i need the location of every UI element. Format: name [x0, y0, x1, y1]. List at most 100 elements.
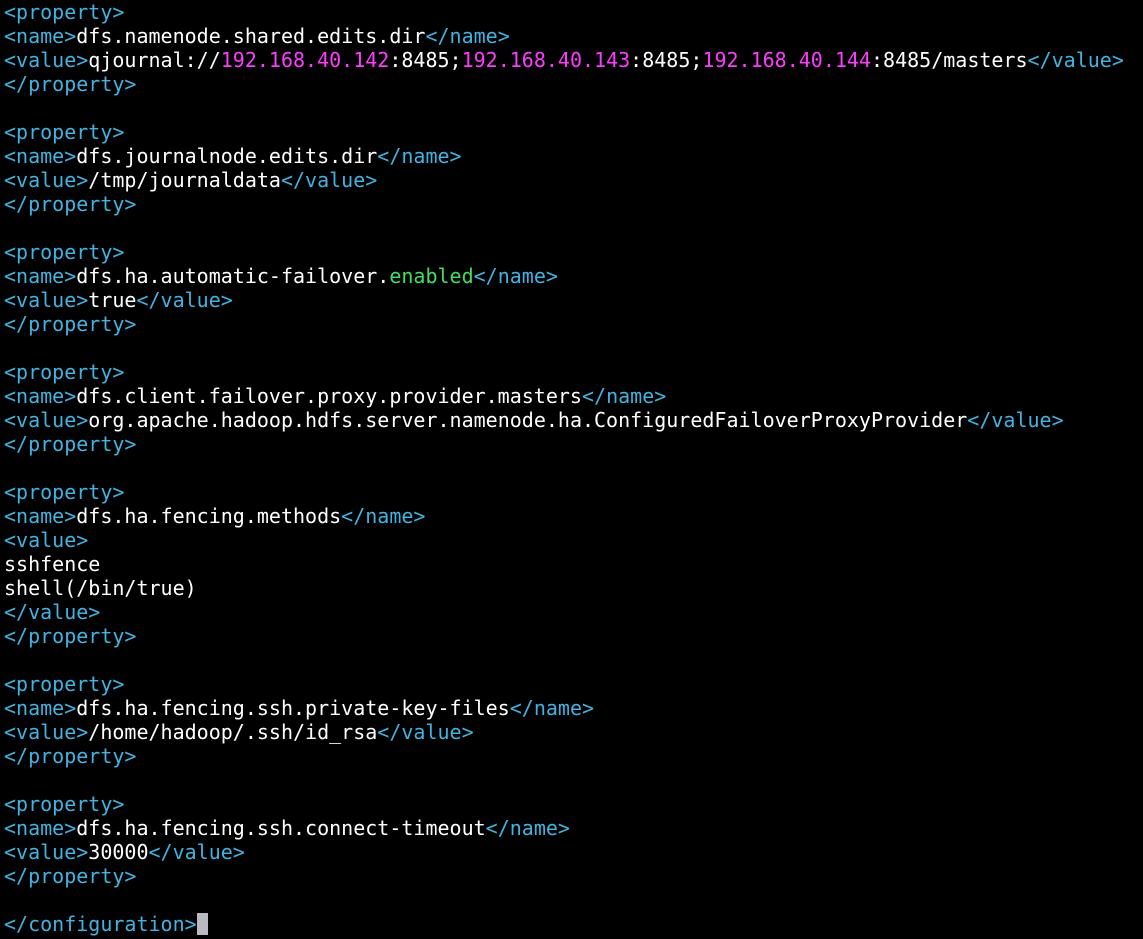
editor-line: <name>dfs.ha.fencing.ssh.connect-timeout… — [4, 816, 1143, 840]
xml-tag: <value> — [4, 168, 89, 192]
xml-tag: <property> — [4, 0, 125, 24]
text-segment: dfs.client.failover.proxy.provider.maste… — [76, 384, 582, 408]
xml-tag: <value> — [4, 48, 89, 72]
text-segment: org.apache.hadoop.hdfs.server.namenode.h… — [88, 408, 968, 432]
editor-line: <property> — [4, 480, 1143, 504]
ip-address: 192.168.40.144 — [702, 48, 871, 72]
editor-line: <name>dfs.ha.automatic-failover.enabled<… — [4, 264, 1143, 288]
xml-tag: </value> — [280, 168, 378, 192]
editor-line: <value>qjournal://192.168.40.142:8485;19… — [4, 48, 1143, 72]
editor-line: <property> — [4, 120, 1143, 144]
editor-line: <value>true</value> — [4, 288, 1143, 312]
text-segment: dfs.ha.fencing.ssh.connect-timeout — [76, 816, 486, 840]
editor-line: shell(/bin/true) — [4, 576, 1143, 600]
ip-address: 192.168.40.143 — [461, 48, 631, 72]
editor-line: <name>dfs.client.failover.proxy.provider… — [4, 384, 1143, 408]
xml-tag: <name> — [4, 264, 77, 288]
text-segment: dfs.journalnode.edits.dir — [76, 144, 378, 168]
editor-line: sshfence — [4, 552, 1143, 576]
xml-tag: </name> — [341, 504, 426, 528]
xml-tag: <name> — [4, 504, 77, 528]
xml-tag: <name> — [4, 816, 77, 840]
editor-line: <name>dfs.ha.fencing.ssh.private-key-fil… — [4, 696, 1143, 720]
xml-tag: <name> — [4, 24, 77, 48]
text-segment: qjournal:// — [88, 48, 221, 72]
xml-tag: </property> — [4, 864, 137, 888]
xml-tag: </value> — [148, 840, 245, 864]
editor-line: </property> — [4, 864, 1143, 888]
keyword: enabled — [389, 264, 474, 288]
text-segment: :8485; — [389, 48, 462, 72]
editor-line: </value> — [4, 600, 1143, 624]
text-segment: shell(/bin/true) — [4, 576, 197, 600]
xml-tag: <value> — [4, 528, 89, 552]
editor-line: <property> — [4, 672, 1143, 696]
xml-tag: </configuration> — [4, 912, 197, 936]
xml-tag: </name> — [377, 144, 462, 168]
text-segment: /tmp/journaldata — [88, 168, 281, 192]
xml-tag: </property> — [4, 192, 137, 216]
editor-line: <value>/tmp/journaldata</value> — [4, 168, 1143, 192]
xml-tag: <value> — [4, 840, 89, 864]
xml-tag: </name> — [485, 816, 570, 840]
terminal-editor[interactable]: <property> <name>dfs.namenode.shared.edit… — [4, 0, 1143, 939]
text-segment: dfs.ha.fencing.methods — [76, 504, 342, 528]
text-segment: sshfence — [4, 552, 101, 576]
ip-address: 192.168.40.142 — [220, 48, 390, 72]
xml-tag: <value> — [4, 720, 89, 744]
editor-line: <value> — [4, 528, 1143, 552]
editor-line: <property> — [4, 240, 1143, 264]
xml-tag: </property> — [4, 432, 137, 456]
text-segment: true — [88, 288, 137, 312]
xml-tag: <name> — [4, 384, 77, 408]
text-segment: :8485/masters — [870, 48, 1028, 72]
editor-line: </property> — [4, 192, 1143, 216]
editor-line: <property> — [4, 360, 1143, 384]
xml-tag: </value> — [136, 288, 233, 312]
xml-tag: </property> — [4, 312, 137, 336]
xml-tag: </property> — [4, 72, 137, 96]
xml-tag: </property> — [4, 624, 137, 648]
xml-tag: <value> — [4, 288, 89, 312]
xml-tag: <name> — [4, 696, 77, 720]
xml-tag: </value> — [4, 600, 101, 624]
xml-tag: <value> — [4, 408, 89, 432]
xml-tag: </name> — [581, 384, 667, 408]
xml-tag: </property> — [4, 744, 137, 768]
xml-tag: </value> — [1027, 48, 1124, 72]
xml-tag: </name> — [425, 24, 510, 48]
xml-tag: <property> — [4, 792, 125, 816]
text-cursor — [196, 913, 208, 935]
text-segment: dfs.ha.fencing.ssh.private-key-files — [76, 696, 510, 720]
xml-tag: <property> — [4, 240, 125, 264]
editor-line: <name>dfs.namenode.shared.edits.dir</nam… — [4, 24, 1143, 48]
xml-tag: <property> — [4, 480, 125, 504]
xml-tag: <property> — [4, 120, 125, 144]
text-segment: 30000 — [88, 840, 149, 864]
editor-line: </property> — [4, 312, 1143, 336]
xml-tag: </value> — [967, 408, 1064, 432]
editor-line: <value>30000</value> — [4, 840, 1143, 864]
text-segment: :8485; — [630, 48, 703, 72]
xml-tag: <property> — [4, 360, 125, 384]
editor-line: <value>/home/hadoop/.ssh/id_rsa</value> — [4, 720, 1143, 744]
editor-line: <value>org.apache.hadoop.hdfs.server.nam… — [4, 408, 1143, 432]
text-segment: dfs.namenode.shared.edits.dir — [76, 24, 426, 48]
editor-line: </property> — [4, 432, 1143, 456]
editor-line: </configuration> — [4, 912, 1143, 936]
editor-line: <property> — [4, 0, 1143, 24]
xml-tag: <property> — [4, 672, 125, 696]
editor-line: </property> — [4, 624, 1143, 648]
editor-line: <name>dfs.journalnode.edits.dir</name> — [4, 144, 1143, 168]
text-segment: /home/hadoop/.ssh/id_rsa — [88, 720, 378, 744]
editor-line: </property> — [4, 72, 1143, 96]
editor-line: <name>dfs.ha.fencing.methods</name> — [4, 504, 1143, 528]
xml-tag: </name> — [509, 696, 595, 720]
